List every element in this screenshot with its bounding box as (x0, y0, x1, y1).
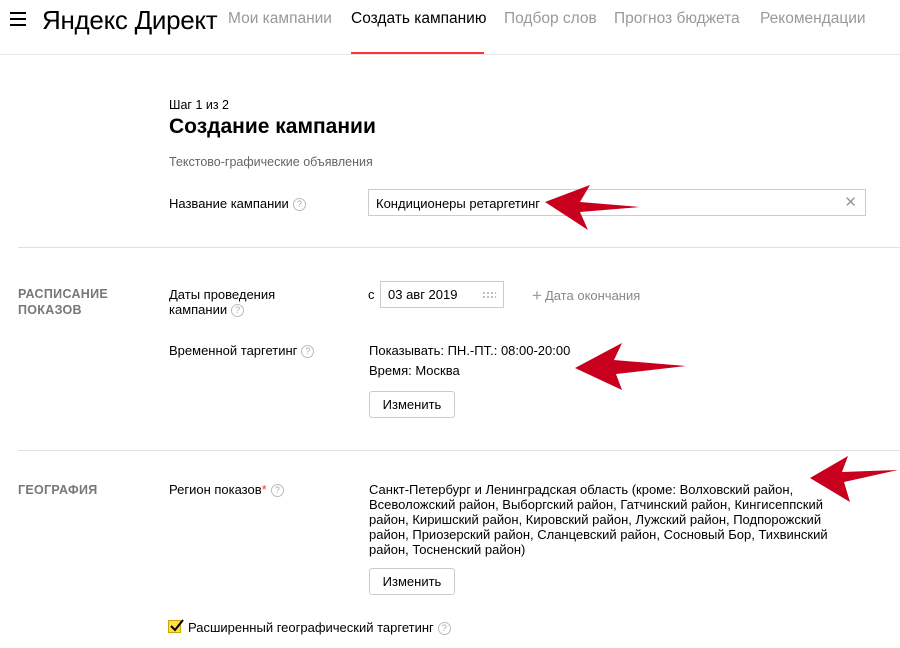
top-header: Яндекс Директ Мои кампании Создать кампа… (0, 0, 900, 55)
change-region-button[interactable]: Изменить (369, 568, 455, 595)
nav-keyword-planner[interactable]: Подбор слов (504, 10, 597, 28)
start-date-picker[interactable]: 03 авг 2019 (380, 281, 504, 308)
clear-icon[interactable]: ✕ (844, 193, 857, 211)
campaign-name-label: Название кампании? (169, 196, 306, 212)
geo-section-title: ГЕОГРАФИЯ (18, 483, 98, 497)
step-indicator: Шаг 1 из 2 (169, 98, 230, 112)
time-zone-text: Время: Москва (369, 363, 460, 378)
help-icon[interactable]: ? (437, 622, 451, 636)
help-icon[interactable]: ? (270, 484, 284, 498)
nav-create-campaign[interactable]: Создать кампанию (351, 10, 486, 28)
region-label: Регион показов*? (169, 482, 284, 498)
page-title: Создание кампании (169, 115, 376, 138)
help-icon[interactable]: ? (301, 345, 315, 359)
menu-icon[interactable] (10, 12, 26, 26)
dates-label-line1: Даты проведения (169, 287, 276, 302)
time-show-text: Показывать: ПН.-ПТ.: 08:00-20:00 (369, 343, 571, 358)
add-end-date-link[interactable]: + Дата окончания (532, 286, 640, 306)
plus-icon: + (532, 286, 542, 305)
yandex-direct-logo[interactable]: Яндекс Директ (42, 5, 218, 36)
change-time-button[interactable]: Изменить (369, 391, 455, 418)
section-divider (18, 450, 900, 451)
required-mark: * (261, 482, 267, 497)
nav-budget-forecast[interactable]: Прогноз бюджета (614, 10, 740, 28)
section-divider (18, 247, 900, 248)
campaign-name-label-text: Название кампании (169, 196, 289, 211)
help-icon[interactable]: ? (292, 198, 306, 212)
date-prefix: с (368, 287, 375, 302)
time-targeting-label: Временной таргетинг? (169, 343, 315, 359)
dates-label-line2: кампании (169, 302, 228, 317)
extended-geo-checkbox[interactable] (168, 619, 184, 633)
region-value: Санкт-Петербург и Ленинградская область … (369, 482, 828, 557)
region-label-text: Регион показов (169, 482, 262, 497)
campaign-type: Текстово-графические объявления (169, 155, 373, 169)
extended-geo-label-text: Расширенный географический таргетинг (188, 620, 434, 635)
extended-geo-label: Расширенный географический таргетинг? (188, 620, 451, 636)
logo-name: Директ (134, 5, 218, 35)
help-icon[interactable]: ? (231, 304, 245, 318)
nav-my-campaigns[interactable]: Мои кампании (228, 10, 332, 28)
start-date-value: 03 авг 2019 (388, 287, 458, 302)
annotation-arrow (545, 185, 640, 230)
dates-label: Даты проведения кампании? (169, 287, 276, 318)
active-tab-indicator (351, 52, 484, 54)
schedule-title-line2: ПОКАЗОВ (18, 303, 82, 317)
schedule-section-title: РАСПИСАНИЕ ПОКАЗОВ (18, 286, 108, 318)
end-date-text: Дата окончания (544, 288, 641, 303)
logo-prefix: Яндекс (42, 5, 128, 35)
calendar-icon[interactable] (482, 291, 496, 299)
schedule-title-line1: РАСПИСАНИЕ (18, 287, 109, 301)
campaign-name-value: Кондиционеры ретаргетинг (376, 196, 541, 211)
time-targeting-label-text: Временной таргетинг (169, 343, 298, 358)
checkmark-icon (170, 619, 184, 632)
annotation-arrow (810, 456, 898, 502)
annotation-arrow (575, 343, 686, 390)
nav-recommendations[interactable]: Рекомендации (760, 10, 866, 28)
